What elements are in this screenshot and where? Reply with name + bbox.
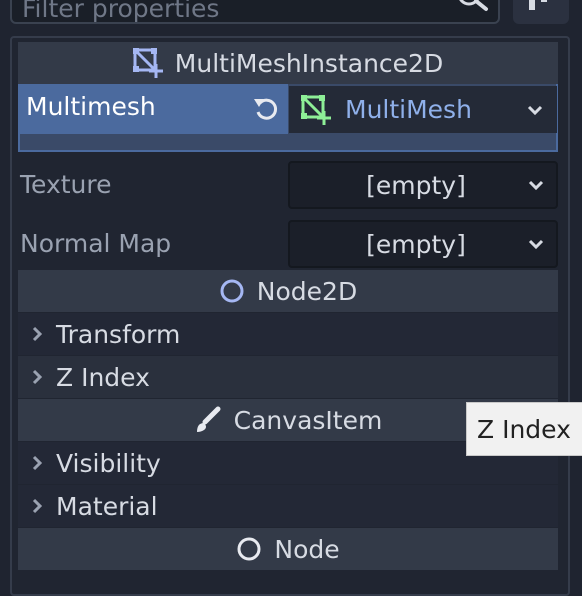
chevron-right-icon bbox=[18, 498, 56, 514]
group-label: Material bbox=[56, 491, 158, 521]
texture-label: Texture bbox=[20, 170, 112, 199]
tooltip-text: Z Index bbox=[477, 414, 571, 444]
section-header-node: Node bbox=[18, 528, 558, 570]
normal-map-label: Normal Map bbox=[20, 229, 172, 258]
group-label: Transform bbox=[56, 319, 181, 349]
brush-icon bbox=[194, 406, 222, 434]
group-z-index[interactable]: Z Index bbox=[18, 356, 558, 398]
chevron-right-icon bbox=[18, 455, 56, 471]
search-icon bbox=[456, 0, 490, 16]
multimesh-resource-name: MultiMesh bbox=[345, 95, 472, 124]
section-header-multimeshinstance2d: MultiMeshInstance2D bbox=[18, 42, 558, 84]
multimesh-icon bbox=[301, 94, 331, 125]
group-label: Visibility bbox=[56, 448, 161, 478]
chevron-right-icon bbox=[18, 369, 56, 385]
texture-resource-picker[interactable]: [empty] bbox=[288, 161, 558, 209]
tool-icon bbox=[527, 0, 553, 14]
section-header-node2d: Node2D bbox=[18, 270, 558, 312]
section-title: MultiMeshInstance2D bbox=[174, 48, 444, 78]
group-label: Z Index bbox=[56, 362, 150, 392]
section-title: Node2D bbox=[256, 276, 358, 306]
multimesh-label: Multimesh bbox=[26, 92, 156, 121]
node2d-circle-icon bbox=[219, 278, 245, 304]
texture-value: [empty] bbox=[366, 170, 466, 200]
multimesh-resource-picker[interactable]: MultiMesh bbox=[289, 86, 557, 133]
multimesh-instance-icon bbox=[132, 48, 163, 78]
section-title: CanvasItem bbox=[233, 405, 383, 435]
group-transform[interactable]: Transform bbox=[18, 313, 558, 355]
tooltip: Z Index bbox=[466, 402, 582, 456]
chevron-down-icon[interactable] bbox=[513, 105, 557, 115]
normal-map-resource-picker[interactable]: [empty] bbox=[288, 220, 558, 268]
section-title: Node bbox=[274, 534, 340, 564]
filter-placeholder-text: Filter properties bbox=[22, 0, 220, 23]
node-circle-icon bbox=[236, 536, 262, 562]
chevron-right-icon bbox=[18, 326, 56, 342]
chevron-down-icon[interactable] bbox=[516, 239, 556, 249]
group-material[interactable]: Material bbox=[18, 485, 558, 527]
chevron-down-icon[interactable] bbox=[516, 180, 556, 190]
reset-icon[interactable] bbox=[252, 95, 280, 123]
normal-map-value: [empty] bbox=[366, 229, 466, 259]
